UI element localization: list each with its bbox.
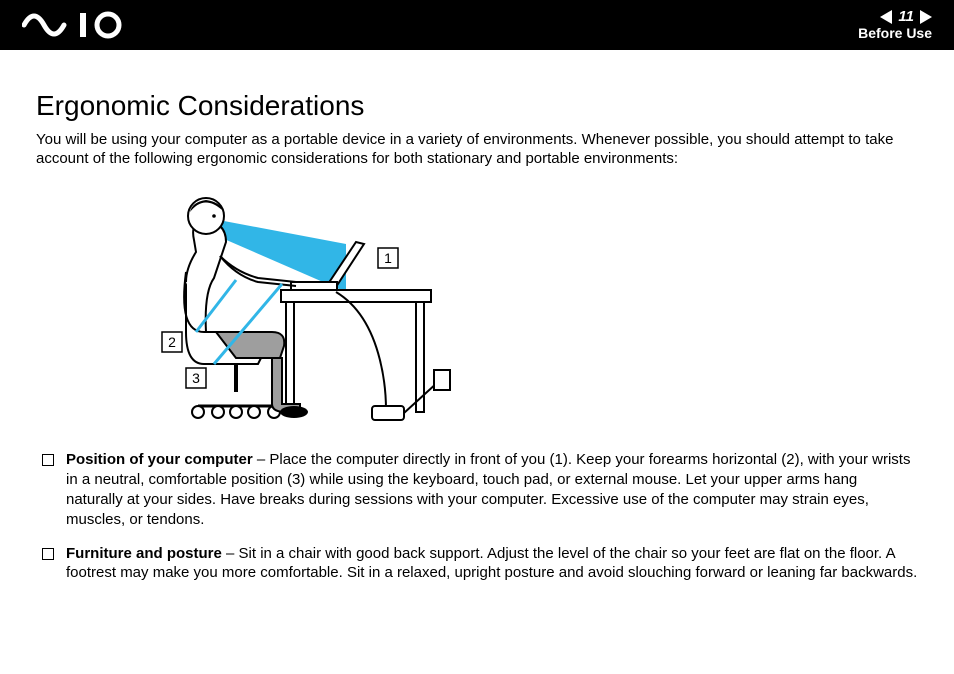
- next-page-arrow-icon[interactable]: [920, 10, 932, 24]
- page-content: Ergonomic Considerations You will be usi…: [0, 50, 954, 583]
- bullet-list: Position of your computer – Place the co…: [36, 450, 918, 583]
- list-item: Position of your computer – Place the co…: [36, 450, 918, 529]
- prev-page-arrow-icon[interactable]: [880, 10, 892, 24]
- ergonomics-illustration: 1 2 3: [86, 182, 456, 432]
- header-bar: 11 Before Use: [0, 0, 954, 50]
- bullet-title: Furniture and posture: [66, 545, 222, 562]
- page-title: Ergonomic Considerations: [36, 90, 918, 122]
- intro-paragraph: You will be using your computer as a por…: [36, 130, 918, 168]
- callout-2: 2: [168, 334, 176, 350]
- document-page: 11 Before Use Ergonomic Considerations Y…: [0, 0, 954, 674]
- vaio-logo: [22, 11, 132, 39]
- vaio-logo-svg: [22, 11, 132, 39]
- list-item: Furniture and posture – Sit in a chair w…: [36, 544, 918, 584]
- page-nav: 11 Before Use: [858, 9, 932, 41]
- section-name: Before Use: [858, 26, 932, 41]
- callout-1: 1: [384, 250, 392, 266]
- bullet-title: Position of your computer: [66, 451, 253, 468]
- page-number: 11: [898, 9, 914, 26]
- callout-3: 3: [192, 370, 200, 386]
